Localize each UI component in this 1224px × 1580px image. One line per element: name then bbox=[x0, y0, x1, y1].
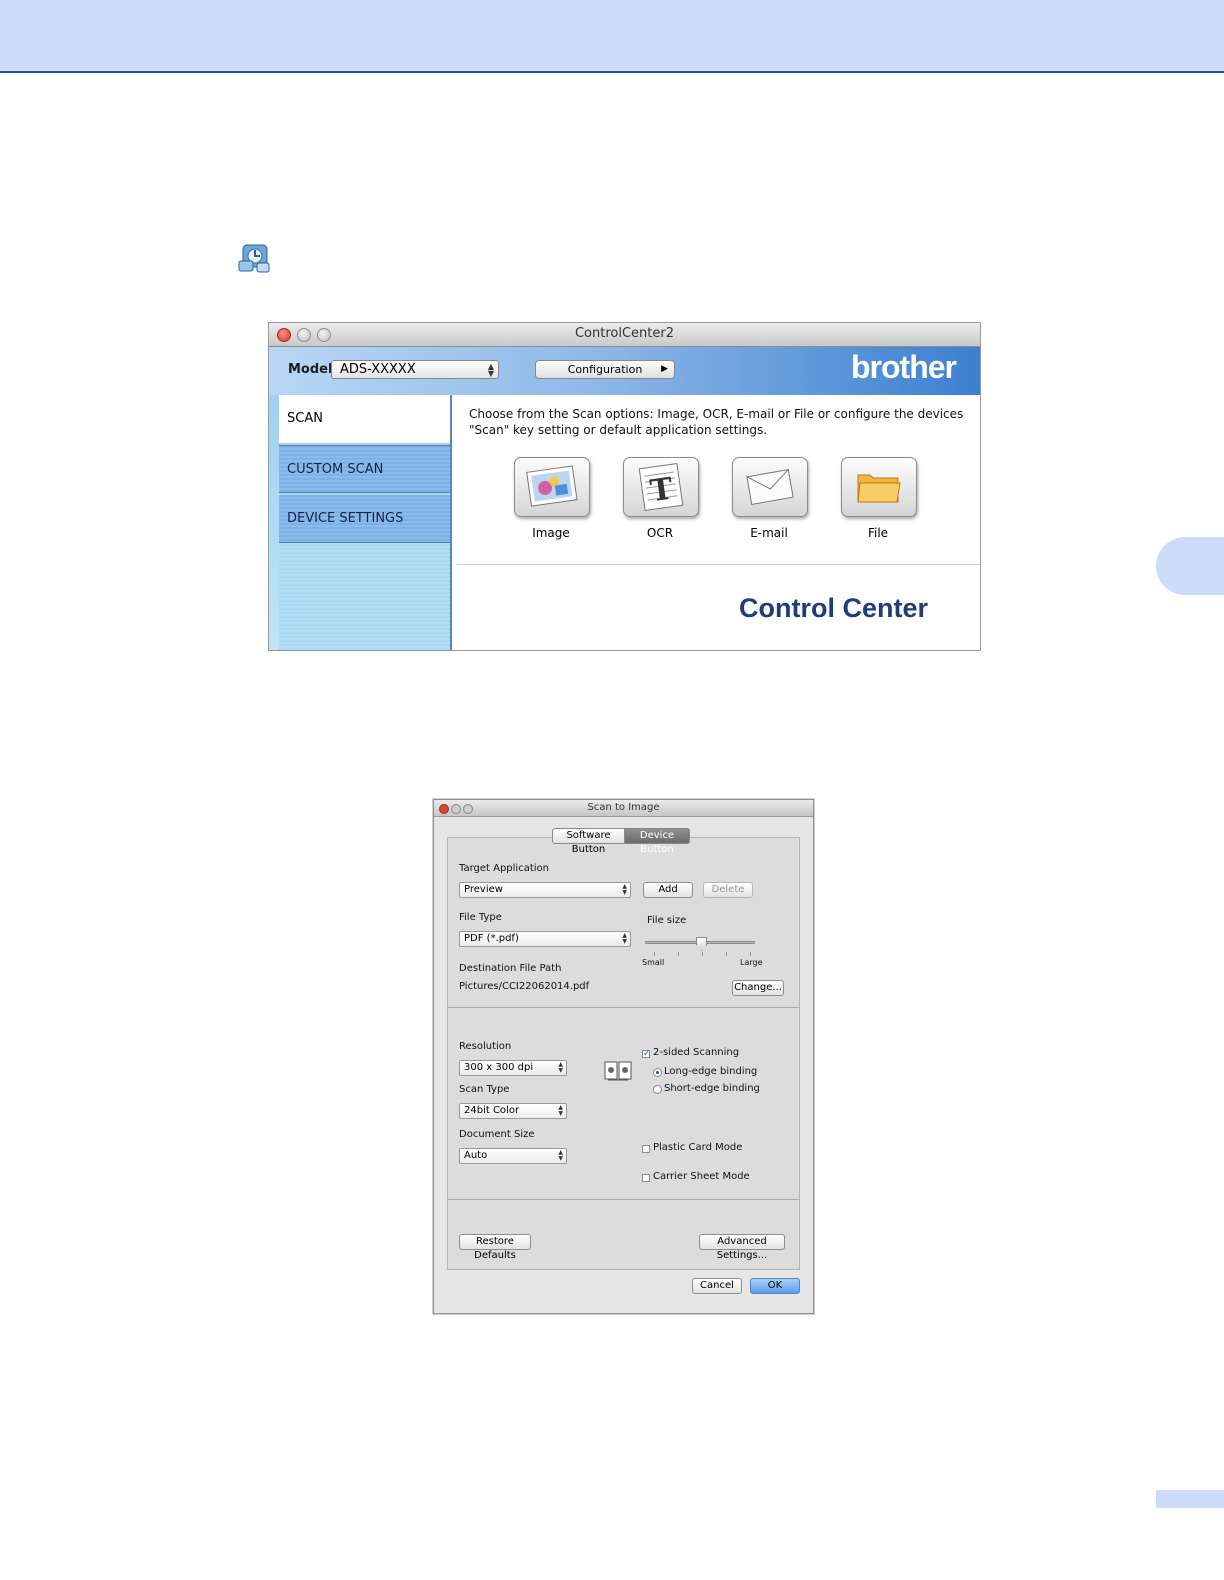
select-arrows-icon: ▲ ▼ bbox=[558, 1149, 563, 1162]
image-icon bbox=[526, 465, 578, 507]
envelope-icon bbox=[746, 468, 794, 506]
file-size-label: File size bbox=[647, 915, 687, 926]
sidebar-item-label: CUSTOM SCAN bbox=[287, 462, 384, 477]
plastic-card-checkbox[interactable] bbox=[642, 1145, 650, 1153]
triangle-right-icon: ▶ bbox=[661, 364, 668, 374]
image-label: Image bbox=[532, 526, 570, 540]
slider-tick bbox=[678, 952, 679, 956]
email-button[interactable] bbox=[732, 457, 808, 517]
tab-software-button[interactable]: Software Button bbox=[552, 828, 625, 855]
scan-type-label: Scan Type bbox=[459, 1084, 510, 1095]
restore-defaults-button[interactable]: Restore Defaults bbox=[459, 1234, 531, 1261]
section-divider bbox=[447, 1199, 800, 1200]
scan-type-value: 24bit Color bbox=[464, 1105, 520, 1116]
destination-value: Pictures/CCI22062014.pdf bbox=[459, 981, 590, 992]
dialog-title: Scan to Image bbox=[587, 802, 660, 813]
delete-button[interactable]: Delete bbox=[703, 882, 753, 898]
long-edge-label: Long-edge binding bbox=[664, 1066, 758, 1077]
change-button[interactable]: Change... bbox=[732, 980, 784, 996]
divider bbox=[457, 564, 980, 565]
page-header-band bbox=[0, 0, 1224, 73]
carrier-sheet-checkbox[interactable] bbox=[642, 1174, 650, 1182]
document-size-label: Document Size bbox=[459, 1129, 535, 1140]
short-edge-label: Short-edge binding bbox=[664, 1083, 760, 1094]
slider-tick bbox=[750, 952, 751, 956]
slider-tick bbox=[702, 952, 703, 956]
configuration-label: Configuration bbox=[567, 363, 643, 376]
duplex-pages-icon bbox=[604, 1061, 632, 1081]
model-label: Model bbox=[288, 362, 333, 377]
select-arrows-icon: ▲ ▼ bbox=[487, 362, 494, 378]
sidebar: SCAN CUSTOM SCAN DEVICE SETTINGS bbox=[269, 395, 452, 650]
model-select[interactable]: ADS-XXXXX ▲ ▼ bbox=[331, 360, 499, 379]
sidebar-item-custom-scan[interactable]: CUSTOM SCAN bbox=[279, 445, 450, 493]
tab-device-button[interactable]: Device Button bbox=[624, 828, 690, 855]
settings-panel bbox=[447, 837, 800, 1270]
sidebar-item-device-settings[interactable]: DEVICE SETTINGS bbox=[279, 495, 450, 543]
controlcenter-app-icon bbox=[238, 244, 270, 273]
slider-tick bbox=[726, 952, 727, 956]
ok-button[interactable]: OK bbox=[750, 1278, 800, 1294]
select-arrows-icon: ▲ ▼ bbox=[622, 932, 627, 945]
plastic-card-label: Plastic Card Mode bbox=[653, 1142, 743, 1153]
destination-label: Destination File Path bbox=[459, 963, 562, 974]
toolbar: Model ADS-XXXXX ▲ ▼ Configuration ▶ broth… bbox=[269, 347, 980, 395]
select-arrows-icon: ▲ ▼ bbox=[622, 883, 627, 896]
section-divider bbox=[447, 1007, 800, 1008]
cancel-button[interactable]: Cancel bbox=[692, 1278, 742, 1294]
folder-icon bbox=[857, 474, 901, 503]
configuration-button[interactable]: Configuration ▶ bbox=[535, 360, 675, 379]
ocr-label: OCR bbox=[646, 526, 674, 540]
long-edge-radio[interactable] bbox=[653, 1068, 662, 1077]
resolution-label: Resolution bbox=[459, 1041, 512, 1052]
model-value: ADS-XXXXX bbox=[340, 362, 416, 377]
slider-tick bbox=[654, 952, 655, 956]
target-application-label: Target Application bbox=[459, 863, 549, 874]
window-title: ControlCenter2 bbox=[574, 326, 675, 341]
scan-to-image-dialog: Scan to Image Software Button Device But… bbox=[433, 799, 814, 1314]
two-sided-checkbox[interactable]: ✓ bbox=[642, 1050, 651, 1059]
target-application-select[interactable]: Preview ▲ ▼ bbox=[459, 882, 631, 898]
ocr-button[interactable]: T bbox=[623, 457, 699, 517]
window-titlebar: ControlCenter2 bbox=[269, 323, 980, 347]
select-arrows-icon: ▲ ▼ bbox=[558, 1061, 563, 1074]
dialog-titlebar: Scan to Image bbox=[434, 800, 813, 817]
advanced-settings-button[interactable]: Advanced Settings... bbox=[699, 1234, 785, 1261]
page-number-tab bbox=[1156, 1490, 1224, 1508]
resolution-value: 300 x 300 dpi bbox=[464, 1062, 534, 1073]
image-button[interactable] bbox=[514, 457, 590, 517]
carrier-sheet-label: Carrier Sheet Mode bbox=[653, 1171, 750, 1182]
sidebar-background bbox=[279, 544, 450, 650]
controlcenter-window: ControlCenter2 Model ADS-XXXXX ▲ ▼ Config… bbox=[268, 322, 981, 651]
sidebar-item-label: SCAN bbox=[287, 411, 323, 426]
sidebar-item-scan[interactable]: SCAN bbox=[279, 395, 450, 443]
scan-type-select[interactable]: 24bit Color ▲ ▼ bbox=[459, 1103, 567, 1119]
file-label: File bbox=[867, 526, 889, 540]
resolution-select[interactable]: 300 x 300 dpi ▲ ▼ bbox=[459, 1060, 567, 1076]
email-label: E-mail bbox=[750, 526, 788, 540]
file-button[interactable] bbox=[841, 457, 917, 517]
two-sided-label: 2-sided Scanning bbox=[653, 1047, 740, 1058]
short-edge-radio[interactable] bbox=[653, 1085, 662, 1094]
select-arrows-icon: ▲ ▼ bbox=[558, 1104, 563, 1117]
chapter-tab bbox=[1156, 537, 1224, 595]
add-button[interactable]: Add bbox=[643, 882, 693, 898]
file-size-large-label: Large bbox=[740, 958, 763, 967]
ocr-icon: T bbox=[638, 462, 684, 512]
control-center-logo: Control Center bbox=[739, 593, 928, 623]
file-type-value: PDF (*.pdf) bbox=[464, 933, 519, 944]
file-type-select[interactable]: PDF (*.pdf) ▲ ▼ bbox=[459, 931, 631, 947]
brother-logo: brother bbox=[851, 349, 957, 385]
target-application-value: Preview bbox=[464, 884, 503, 895]
scan-description: Choose from the Scan options: Image, OCR… bbox=[469, 407, 964, 437]
document-size-select[interactable]: Auto ▲ ▼ bbox=[459, 1148, 567, 1164]
file-size-small-label: Small bbox=[642, 958, 665, 967]
file-type-label: File Type bbox=[459, 912, 502, 923]
sidebar-item-label: DEVICE SETTINGS bbox=[287, 511, 404, 526]
document-size-value: Auto bbox=[464, 1150, 488, 1161]
